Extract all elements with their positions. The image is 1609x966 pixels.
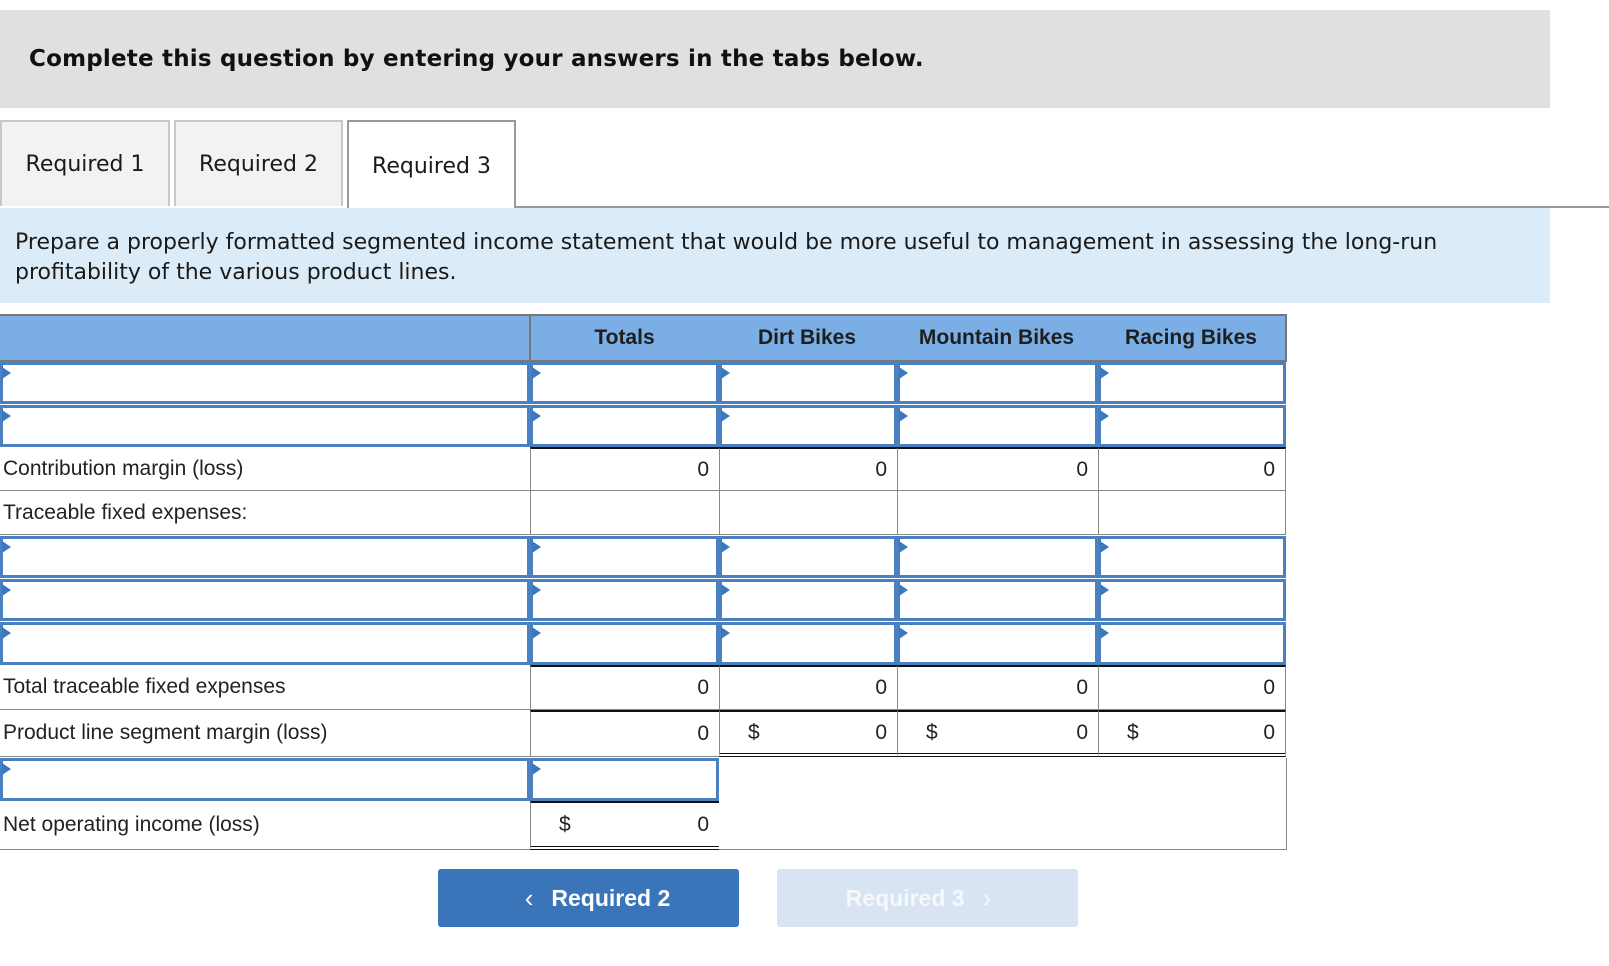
- tab-required-2[interactable]: Required 2: [174, 120, 343, 206]
- total-traceable-dirt: 0: [719, 665, 897, 710]
- row1-mountain-input[interactable]: [897, 362, 1098, 404]
- banner-text: Complete this question by entering your …: [29, 46, 924, 72]
- expense3-racing-input[interactable]: [1098, 622, 1286, 665]
- row2-racing-input[interactable]: [1098, 405, 1286, 447]
- segment-margin-dirt: $0: [719, 710, 897, 757]
- expense2-label-input[interactable]: [0, 579, 530, 621]
- expense1-racing-input[interactable]: [1098, 536, 1286, 578]
- header-racing-bikes: Racing Bikes: [1097, 314, 1287, 362]
- next-button-label: Required 3: [845, 884, 965, 911]
- expense3-label-input[interactable]: [0, 622, 530, 665]
- question-prompt: Prepare a properly formatted segmented i…: [0, 208, 1550, 303]
- traceable-fixed-totals: [530, 491, 719, 535]
- total-traceable-totals: 0: [530, 665, 719, 710]
- header-label-column: [0, 314, 531, 362]
- row2-totals-input[interactable]: [530, 405, 719, 447]
- expense2-totals-input[interactable]: [530, 579, 719, 621]
- expense3-totals-input[interactable]: [530, 622, 719, 665]
- segment-margin-racing-value: 0: [1263, 720, 1275, 744]
- net-operating-income-value: 0: [697, 812, 709, 836]
- contribution-margin-racing: 0: [1098, 447, 1286, 491]
- traceable-fixed-racing: [1098, 491, 1286, 535]
- net-operating-income-label: Net operating income (loss): [0, 801, 530, 850]
- row2-mountain-input[interactable]: [897, 405, 1098, 447]
- chevron-right-icon: ›: [982, 882, 992, 913]
- header-dirt-bikes: Dirt Bikes: [718, 314, 898, 362]
- row2-dirt-input[interactable]: [719, 405, 897, 447]
- expense2-mountain-input[interactable]: [897, 579, 1098, 621]
- row1-dirt-input[interactable]: [719, 362, 897, 404]
- expense1-dirt-input[interactable]: [719, 536, 897, 578]
- expense1-mountain-input[interactable]: [897, 536, 1098, 578]
- traceable-fixed-dirt: [719, 491, 897, 535]
- contribution-margin-dirt: 0: [719, 447, 897, 491]
- instructions-banner: Complete this question by entering your …: [0, 10, 1550, 108]
- next-required-3-button: Required 3 ›: [777, 869, 1078, 927]
- total-traceable-racing: 0: [1098, 665, 1286, 710]
- traceable-fixed-mountain: [897, 491, 1098, 535]
- currency-symbol: $: [1127, 720, 1139, 744]
- prompt-text: Prepare a properly formatted segmented i…: [15, 230, 1438, 285]
- segment-margin-racing: $0: [1098, 710, 1286, 757]
- row1-label-input[interactable]: [0, 362, 530, 404]
- contribution-margin-totals: 0: [530, 447, 719, 491]
- currency-symbol: $: [748, 720, 760, 744]
- header-totals: Totals: [529, 314, 720, 362]
- tab-required-3[interactable]: Required 3: [347, 120, 516, 210]
- segment-margin-dirt-value: 0: [875, 720, 887, 744]
- segment-margin-mountain-value: 0: [1076, 720, 1088, 744]
- contribution-margin-mountain: 0: [897, 447, 1098, 491]
- chevron-left-icon: ‹: [524, 882, 534, 913]
- segment-margin-mountain: $0: [897, 710, 1098, 757]
- empty-area: [719, 758, 1287, 850]
- segment-margin-totals-value: 0: [697, 722, 709, 745]
- header-mountain-bikes: Mountain Bikes: [896, 314, 1099, 362]
- row2-label-input[interactable]: [0, 405, 530, 447]
- prev-required-2-button[interactable]: ‹ Required 2: [438, 869, 739, 927]
- prev-button-label: Required 2: [551, 884, 671, 911]
- contribution-margin-label: Contribution margin (loss): [0, 447, 530, 491]
- net-operating-income-totals: $0: [530, 801, 719, 850]
- currency-symbol: $: [559, 812, 571, 836]
- expense2-racing-input[interactable]: [1098, 579, 1286, 621]
- common-fixed-label-input[interactable]: [0, 758, 530, 801]
- traceable-fixed-label: Traceable fixed expenses:: [0, 491, 530, 535]
- total-traceable-label: Total traceable fixed expenses: [0, 665, 530, 710]
- segment-margin-totals: 0: [530, 710, 719, 757]
- common-fixed-totals-input[interactable]: [530, 758, 719, 801]
- row1-totals-input[interactable]: [530, 362, 719, 404]
- expense1-label-input[interactable]: [0, 536, 530, 578]
- currency-symbol: $: [926, 720, 938, 744]
- expense3-dirt-input[interactable]: [719, 622, 897, 665]
- total-traceable-mountain: 0: [897, 665, 1098, 710]
- expense2-dirt-input[interactable]: [719, 579, 897, 621]
- expense1-totals-input[interactable]: [530, 536, 719, 578]
- row1-racing-input[interactable]: [1098, 362, 1286, 404]
- tab-required-1[interactable]: Required 1: [0, 120, 170, 206]
- expense3-mountain-input[interactable]: [897, 622, 1098, 665]
- segment-margin-label: Product line segment margin (loss): [0, 710, 530, 757]
